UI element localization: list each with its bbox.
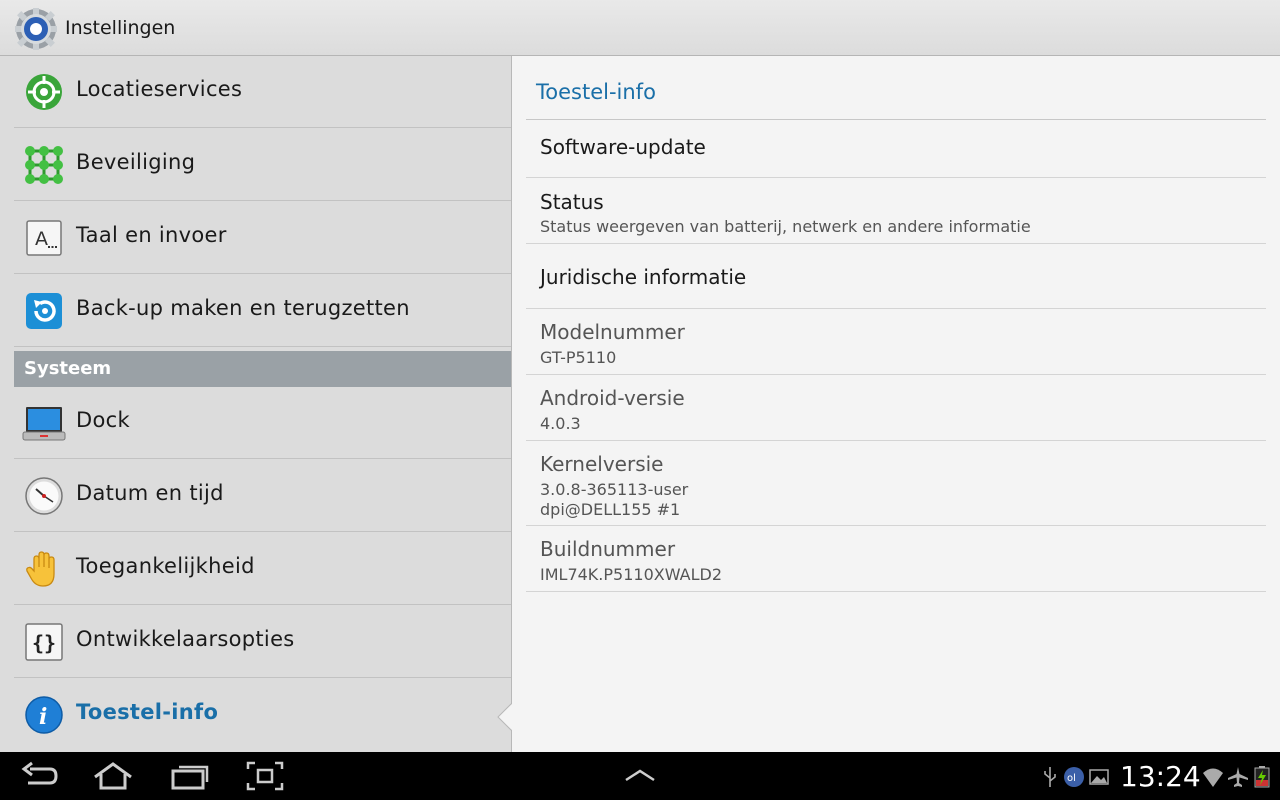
settings-gear-icon[interactable] (14, 7, 58, 51)
home-icon[interactable] (92, 760, 134, 792)
sidebar-item-label: Back-up maken en terugzetten (76, 296, 410, 320)
row-title: Modelnummer (540, 320, 685, 344)
hand-icon (26, 551, 55, 587)
row-modelnummer: Modelnummer GT-P5110 (526, 309, 1266, 375)
sidebar-item-label: Toegankelijkheid (76, 554, 255, 578)
settings-category-list: Locatieservices Beveiliging A Taal en in… (0, 56, 512, 752)
chevron-up-icon[interactable] (620, 760, 660, 792)
dock-monitor-icon (22, 407, 66, 441)
sidebar-item-taal-en-invoer[interactable]: A Taal en invoer (14, 202, 511, 274)
usb-icon (1044, 767, 1056, 787)
section-header-systeem: Systeem (14, 351, 511, 387)
row-title: Buildnummer (540, 537, 676, 561)
svg-text:A: A (35, 228, 48, 250)
wifi-icon (1203, 768, 1223, 787)
location-target-icon (26, 74, 62, 110)
status-clock: 13:24 (1120, 760, 1201, 793)
app-title: Instellingen (65, 17, 176, 39)
sidebar-item-ontwikkelaarsopties[interactable]: {} Ontwikkelaarsopties (14, 606, 511, 678)
svg-text:ol: ol (1067, 773, 1076, 784)
braces-icon: {} (25, 623, 63, 661)
screenshot-icon[interactable] (245, 760, 285, 792)
row-subtitle: 4.0.3 (540, 414, 581, 433)
sidebar-item-toestel-info[interactable]: i Toestel-info (14, 679, 511, 751)
sidebar-item-beveiliging[interactable]: Beveiliging (14, 129, 511, 201)
sidebar-item-back-up[interactable]: Back-up maken en terugzetten (14, 275, 511, 347)
row-status[interactable]: Status Status weergeven van batterij, ne… (526, 178, 1266, 244)
row-juridische-informatie[interactable]: Juridische informatie (526, 244, 1266, 309)
recent-apps-icon[interactable] (170, 760, 210, 792)
image-notification-icon (1089, 769, 1109, 785)
backup-restore-icon (26, 293, 62, 329)
detail-title: Toestel-info (536, 80, 656, 104)
system-bar: ol 13:24 (0, 752, 1280, 800)
row-title: Juridische informatie (540, 265, 747, 289)
sidebar-item-label: Datum en tijd (76, 481, 224, 505)
back-icon[interactable] (20, 760, 60, 792)
sidebar-item-label: Locatieservices (76, 77, 243, 101)
row-software-update[interactable]: Software-update (526, 120, 1266, 178)
section-header-label: Systeem (24, 358, 112, 379)
airplane-mode-icon (1228, 767, 1248, 787)
sidebar-item-label: Beveiliging (76, 150, 196, 174)
sidebar-item-dock[interactable]: Dock (14, 387, 511, 459)
row-title: Kernelversie (540, 452, 664, 476)
row-subtitle: 3.0.8-365113-user (540, 480, 689, 499)
sidebar-item-label: Dock (76, 408, 130, 432)
row-subtitle-2: dpi@DELL155 #1 (540, 500, 681, 519)
row-title: Software-update (540, 135, 706, 159)
row-subtitle: GT-P5110 (540, 348, 617, 367)
row-title: Status (540, 190, 604, 214)
security-grid-icon (25, 146, 63, 184)
row-buildnummer: Buildnummer IML74K.P5110XWALD2 (526, 526, 1266, 592)
row-subtitle: IML74K.P5110XWALD2 (540, 565, 723, 584)
sidebar-item-locatieservices[interactable]: Locatieservices (14, 56, 511, 128)
kies-connection-icon: ol (1064, 767, 1084, 787)
sidebar-item-label: Ontwikkelaarsopties (76, 627, 295, 651)
sidebar-item-toegankelijkheid[interactable]: Toegankelijkheid (14, 533, 511, 605)
svg-text:{}: {} (32, 631, 56, 655)
info-icon: i (25, 696, 63, 734)
clock-icon (25, 477, 63, 515)
svg-text:i: i (39, 704, 47, 730)
row-android-versie: Android-versie 4.0.3 (526, 375, 1266, 441)
sidebar-item-label: Taal en invoer (76, 223, 227, 247)
language-keyboard-icon: A (26, 220, 62, 256)
detail-pane: Toestel-info Software-update Status Stat… (512, 56, 1280, 752)
sidebar-item-datum-en-tijd[interactable]: Datum en tijd (14, 460, 511, 532)
row-title: Android-versie (540, 386, 685, 410)
action-bar: Instellingen (0, 0, 1280, 56)
battery-charging-icon (1254, 766, 1270, 788)
sidebar-item-label: Toestel-info (76, 700, 219, 724)
row-kernelversie: Kernelversie 3.0.8-365113-user dpi@DELL1… (526, 441, 1266, 526)
row-subtitle: Status weergeven van batterij, netwerk e… (540, 217, 1031, 236)
